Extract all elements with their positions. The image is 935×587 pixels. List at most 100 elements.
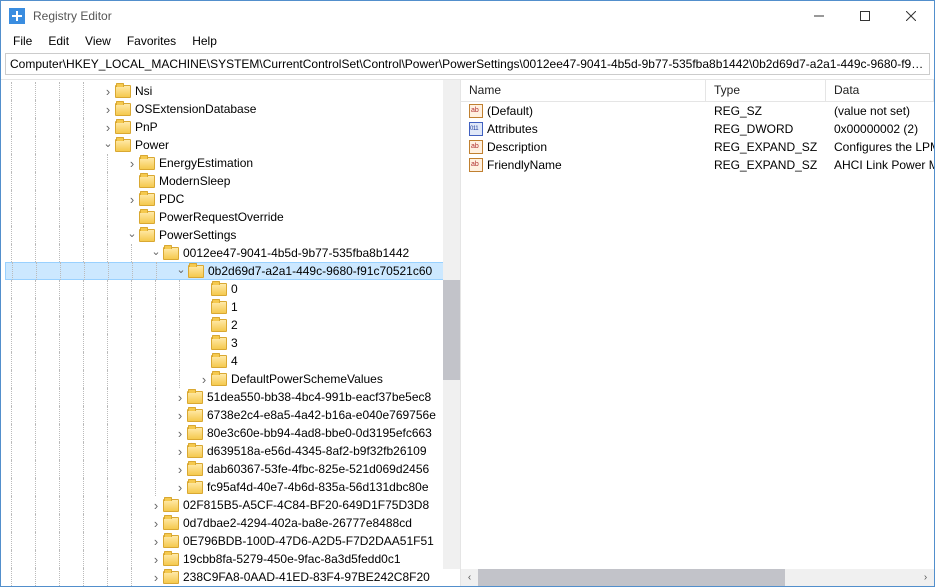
folder-icon [139, 229, 155, 242]
close-button[interactable] [888, 1, 934, 31]
tree-item[interactable]: ModernSleep [5, 172, 460, 190]
chevron-right-icon[interactable] [101, 100, 115, 118]
tree-item[interactable]: PowerSettings [5, 226, 460, 244]
tree-item[interactable]: dab60367-53fe-4fbc-825e-521d069d2456 [5, 460, 460, 478]
tree-indent [35, 172, 53, 190]
chevron-right-icon[interactable] [101, 82, 115, 100]
tree-item[interactable]: 0E796BDB-100D-47D6-A2D5-F7D2DAA51F51 [5, 532, 460, 550]
chevron-down-icon[interactable] [149, 244, 163, 262]
tree-item[interactable]: fc95af4d-40e7-4b6d-835a-56d131dbc80e [5, 478, 460, 496]
tree-indent [107, 298, 125, 316]
chevron-right-icon[interactable] [149, 550, 163, 568]
tree-connector [197, 334, 211, 352]
chevron-right-icon[interactable] [173, 406, 187, 424]
tree-item[interactable]: EnergyEstimation [5, 154, 460, 172]
menu-favorites[interactable]: Favorites [119, 32, 184, 50]
content-area: NsiOSExtensionDatabasePnPPowerEnergyEsti… [1, 79, 934, 586]
tree-indent [83, 442, 101, 460]
tree-indent [107, 370, 125, 388]
chevron-right-icon[interactable] [101, 118, 115, 136]
chevron-down-icon[interactable] [174, 262, 188, 280]
tree-item[interactable]: 3 [5, 334, 460, 352]
chevron-right-icon[interactable] [149, 514, 163, 532]
list-row[interactable]: FriendlyNameREG_EXPAND_SZAHCI Link Power… [461, 156, 934, 174]
hscroll-thumb[interactable] [478, 569, 785, 586]
list-row[interactable]: AttributesREG_DWORD0x00000002 (2) [461, 120, 934, 138]
folder-icon [187, 427, 203, 440]
tree-indent [35, 550, 53, 568]
tree-item[interactable]: 0012ee47-9041-4b5d-9b77-535fba8b1442 [5, 244, 460, 262]
chevron-right-icon[interactable] [149, 532, 163, 550]
chevron-down-icon[interactable] [125, 226, 139, 244]
tree-item[interactable]: 0 [5, 280, 460, 298]
tree-indent [36, 262, 54, 280]
tree-item-label: dab60367-53fe-4fbc-825e-521d069d2456 [207, 462, 429, 476]
tree-item[interactable]: 6738e2c4-e8a5-4a42-b16a-e040e769756e [5, 406, 460, 424]
tree-indent [11, 154, 29, 172]
tree-item[interactable]: Power [5, 136, 460, 154]
minimize-button[interactable] [796, 1, 842, 31]
tree-item[interactable]: 0b2d69d7-a2a1-449c-9680-f91c70521c60 [5, 262, 460, 280]
tree-indent [35, 352, 53, 370]
chevron-right-icon[interactable] [173, 460, 187, 478]
tree-item-label: 0b2d69d7-a2a1-449c-9680-f91c70521c60 [208, 264, 432, 278]
chevron-right-icon[interactable] [173, 388, 187, 406]
tree-item[interactable]: 19cbb8fa-5279-450e-9fac-8a3d5fedd0c1 [5, 550, 460, 568]
chevron-right-icon[interactable] [149, 568, 163, 586]
tree-item[interactable]: 4 [5, 352, 460, 370]
tree-item[interactable]: d639518a-e56d-4345-8af2-b9f32fb26109 [5, 442, 460, 460]
tree-item[interactable]: 0d7dbae2-4294-402a-ba8e-26777e8488cd [5, 514, 460, 532]
tree-panel[interactable]: NsiOSExtensionDatabasePnPPowerEnergyEsti… [1, 80, 461, 586]
list-row[interactable]: DescriptionREG_EXPAND_SZConfigures the L… [461, 138, 934, 156]
tree-item[interactable]: 80e3c60e-bb94-4ad8-bbe0-0d3195efc663 [5, 424, 460, 442]
window-controls [796, 1, 934, 31]
column-name[interactable]: Name [461, 80, 706, 101]
tree-item-label: 2 [231, 318, 238, 332]
maximize-button[interactable] [842, 1, 888, 31]
chevron-right-icon[interactable] [197, 370, 211, 388]
tree-indent [107, 496, 125, 514]
hscroll-right-icon[interactable]: › [917, 569, 934, 586]
tree-indent [35, 424, 53, 442]
menu-view[interactable]: View [77, 32, 119, 50]
menu-help[interactable]: Help [184, 32, 225, 50]
tree-item[interactable]: PnP [5, 118, 460, 136]
tree-item[interactable]: PowerRequestOverride [5, 208, 460, 226]
folder-icon [115, 139, 131, 152]
tree-item[interactable]: DefaultPowerSchemeValues [5, 370, 460, 388]
column-type[interactable]: Type [706, 80, 826, 101]
tree-item[interactable]: 1 [5, 298, 460, 316]
chevron-right-icon[interactable] [125, 190, 139, 208]
tree-item[interactable]: OSExtensionDatabase [5, 100, 460, 118]
tree-item[interactable]: 238C9FA8-0AAD-41ED-83F4-97BE242C8F20 [5, 568, 460, 586]
chevron-right-icon[interactable] [173, 442, 187, 460]
tree-indent [11, 298, 29, 316]
chevron-right-icon[interactable] [173, 478, 187, 496]
tree-item[interactable]: 2 [5, 316, 460, 334]
chevron-down-icon[interactable] [101, 136, 115, 154]
menu-edit[interactable]: Edit [40, 32, 77, 50]
tree-scroll-thumb[interactable] [443, 280, 460, 380]
list-header: Name Type Data [461, 80, 934, 102]
addressbar-input[interactable] [6, 57, 929, 71]
list-hscroll[interactable]: ‹ › [461, 569, 934, 586]
hscroll-left-icon[interactable]: ‹ [461, 569, 478, 586]
tree-connector [125, 208, 139, 226]
tree-item[interactable]: 02F815B5-A5CF-4C84-BF20-649D1F75D3D8 [5, 496, 460, 514]
tree-indent [35, 388, 53, 406]
tree-indent [11, 424, 29, 442]
tree-scrollbar[interactable] [443, 80, 460, 569]
tree-item[interactable]: Nsi [5, 82, 460, 100]
chevron-right-icon[interactable] [125, 154, 139, 172]
list-row[interactable]: (Default)REG_SZ(value not set) [461, 102, 934, 120]
menu-file[interactable]: File [5, 32, 40, 50]
list-body[interactable]: (Default)REG_SZ(value not set)Attributes… [461, 102, 934, 569]
chevron-right-icon[interactable] [173, 424, 187, 442]
tree-item[interactable]: PDC [5, 190, 460, 208]
tree-item[interactable]: 51dea550-bb38-4bc4-991b-eacf37be5ec8 [5, 388, 460, 406]
tree-indent [59, 442, 77, 460]
chevron-right-icon[interactable] [149, 496, 163, 514]
tree-indent [107, 226, 125, 244]
column-data[interactable]: Data [826, 80, 934, 101]
tree-item-label: PowerRequestOverride [159, 210, 284, 224]
